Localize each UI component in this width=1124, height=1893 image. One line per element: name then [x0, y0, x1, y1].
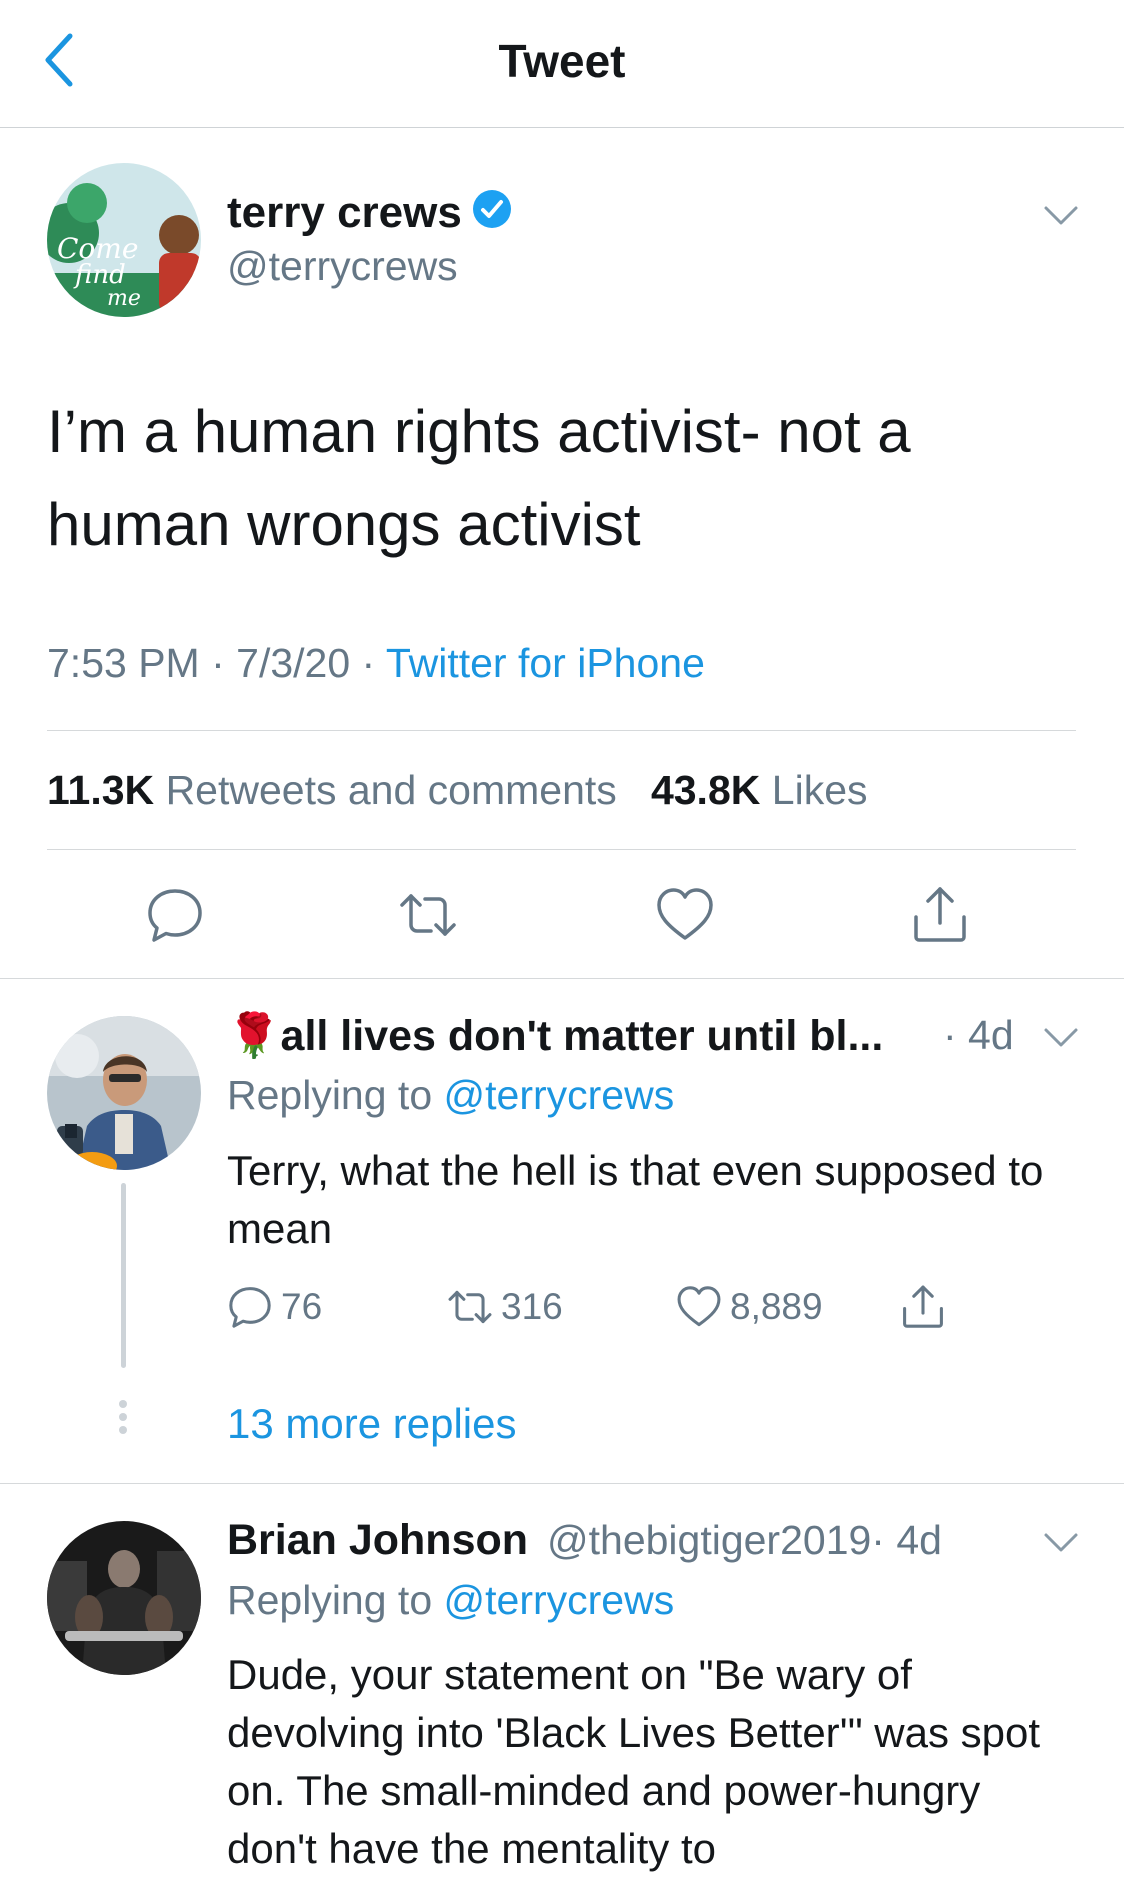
like-count: 8,889 — [730, 1286, 823, 1327]
tweet-date: 7/3/20 — [236, 640, 351, 686]
tweet-time: 7:53 PM — [47, 640, 200, 686]
nav-header: Tweet — [0, 0, 1124, 128]
reply-text: Dude, your statement on "Be wary of devo… — [227, 1651, 1041, 1872]
rose-emoji: 🌹 — [227, 1012, 281, 1060]
reply-author-handle-time[interactable]: @thebigtiger2019· 4d — [547, 1517, 942, 1564]
tweet-meta: 7:53 PM · 7/3/20 · Twitter for iPhone — [47, 640, 705, 686]
like-button[interactable]: 8,889 — [676, 1284, 823, 1330]
page-title: Tweet — [498, 35, 626, 87]
reply-icon — [148, 889, 202, 942]
retweet-icon — [400, 894, 456, 936]
author-name: terry crews — [227, 188, 462, 237]
replying-to: Replying to @terrycrews — [227, 1072, 675, 1118]
thread-dot — [119, 1413, 127, 1421]
thread-dot — [119, 1426, 127, 1434]
tweet-stats: 11.3K Retweets and comments 43.8K Likes — [47, 767, 868, 814]
share-button[interactable] — [900, 1284, 954, 1330]
likes-stat[interactable]: 43.8K Likes — [651, 767, 868, 813]
reply-author-name[interactable]: Brian Johnson — [227, 1516, 528, 1565]
reply-text: Terry, what the hell is that even suppos… — [227, 1147, 1044, 1252]
retweet-button[interactable]: 316 — [447, 1284, 563, 1330]
share-icon — [914, 887, 966, 942]
divider — [47, 849, 1076, 850]
retweet-icon — [448, 1290, 492, 1324]
chevron-down-icon[interactable] — [1043, 205, 1079, 227]
divider — [0, 1483, 1124, 1484]
retweet-count: 316 — [501, 1286, 563, 1327]
reply-author-handle: @thebigtiger2019 — [547, 1517, 872, 1563]
share-button[interactable] — [910, 885, 970, 945]
reply-avatar[interactable] — [47, 1016, 201, 1170]
reply-author-name[interactable]: 🌹all lives don't matter until bl... — [227, 1011, 883, 1061]
divider — [47, 730, 1076, 731]
mention-link[interactable]: @terrycrews — [444, 1577, 675, 1623]
thread-line — [121, 1183, 126, 1368]
chevron-down-icon[interactable] — [1043, 1532, 1079, 1554]
reply-icon — [229, 1287, 271, 1328]
like-icon — [657, 888, 713, 940]
mention-link[interactable]: @terrycrews — [444, 1072, 675, 1118]
like-button[interactable] — [655, 885, 715, 945]
reply-time: · 4d — [943, 1012, 1014, 1058]
share-icon — [903, 1285, 943, 1328]
chevron-down-icon[interactable] — [1043, 1027, 1079, 1049]
replying-to: Replying to @terrycrews — [227, 1577, 675, 1623]
author-handle[interactable]: @terrycrews — [227, 243, 458, 290]
retweet-button[interactable] — [398, 885, 458, 945]
verified-badge-icon — [472, 190, 511, 228]
svg-text:me: me — [107, 286, 141, 311]
author-avatar[interactable]: Come find me — [47, 163, 201, 317]
reply-time: · 4d — [871, 1517, 942, 1563]
reply-button[interactable] — [145, 885, 205, 945]
reply-button[interactable]: 76 — [227, 1284, 322, 1330]
retweets-stat[interactable]: 11.3K Retweets and comments — [47, 767, 617, 813]
divider — [0, 978, 1124, 979]
like-icon — [677, 1286, 721, 1327]
tweet-text: I’m a human rights activist- not a human… — [47, 398, 911, 558]
author-name-row[interactable]: terry crews — [227, 188, 512, 238]
tweet-source-link[interactable]: Twitter for iPhone — [386, 640, 705, 686]
thread-dot — [119, 1400, 127, 1408]
reply-count: 76 — [281, 1286, 323, 1327]
more-replies-link[interactable]: 13 more replies — [227, 1400, 516, 1448]
tweet-detail-screen: Tweet Come find me terry crews @terrycre… — [0, 0, 1124, 1893]
reply-avatar[interactable] — [47, 1521, 201, 1675]
